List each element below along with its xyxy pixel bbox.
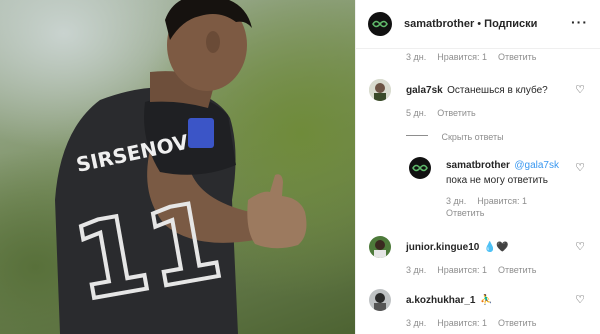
more-icon[interactable]: ··· <box>571 14 588 30</box>
like-heart-icon[interactable]: ♡ <box>575 293 585 306</box>
comment-text: пока не могу ответить <box>446 175 548 186</box>
comment-likes[interactable]: Нравится: 1 <box>437 265 487 275</box>
comment-username[interactable]: junior.kingue10 <box>406 242 479 253</box>
post-header: samatbrother • Подписки ··· <box>356 0 600 49</box>
comments-panel: samatbrother • Подписки ··· 3 дн. Нравит… <box>355 0 600 334</box>
reply-button[interactable]: Ответить <box>446 208 484 218</box>
avatar[interactable] <box>369 236 391 258</box>
comment-likes[interactable]: Нравится: 1 <box>437 318 487 328</box>
user-avatar-icon <box>369 236 391 258</box>
comment-text: ⛹️‍♂️ <box>479 295 493 306</box>
hide-replies-toggle[interactable]: Скрыть ответы <box>356 127 600 145</box>
post-photo: SIRSENOV 11 <box>0 0 355 334</box>
username-link[interactable]: samatbrother <box>404 18 474 30</box>
following-button[interactable]: Подписки <box>484 18 537 30</box>
comment-text: 💧🖤 <box>483 242 509 253</box>
comment-time: 3 дн. <box>406 52 427 62</box>
comment-time: 3 дн. <box>406 265 427 275</box>
replies-line <box>406 135 428 137</box>
avatar[interactable] <box>368 12 392 36</box>
reply-item: samatbrother @gala7sk пока не могу ответ… <box>356 155 600 218</box>
jersey-number: 11 <box>65 179 230 325</box>
avatar[interactable] <box>369 79 391 101</box>
reply-button[interactable]: Ответить <box>498 52 536 62</box>
comment-text: Останешься в клубе? <box>447 85 548 96</box>
comment-likes[interactable]: Нравится: 1 <box>477 196 527 206</box>
avatar[interactable] <box>369 289 391 311</box>
user-avatar-icon <box>369 289 391 311</box>
like-heart-icon[interactable]: ♡ <box>575 83 585 96</box>
like-heart-icon[interactable]: ♡ <box>575 161 585 174</box>
league-badge <box>188 118 214 148</box>
previous-comment-meta: 3 дн. Нравится: 1 Ответить <box>356 52 600 62</box>
reply-button[interactable]: Ответить <box>437 108 475 118</box>
comment-time: 3 дн. <box>446 196 467 206</box>
reply-button[interactable]: Ответить <box>498 318 536 328</box>
avatar[interactable] <box>409 157 431 179</box>
reply-button[interactable]: Ответить <box>498 265 536 275</box>
separator-dot: • <box>477 18 482 30</box>
comment-username[interactable]: a.kozhukhar_1 <box>406 295 475 306</box>
mention-link[interactable]: @gala7sk <box>514 160 559 171</box>
comment-item: gala7sk Останешься в клубе? ♡ 5 дн. Отве… <box>356 77 600 118</box>
brand-logo-icon <box>372 20 388 28</box>
comment-item: junior.kingue10 💧🖤 ♡ 3 дн. Нравится: 1 О… <box>356 234 600 275</box>
player-illustration: SIRSENOV 11 <box>55 0 307 334</box>
comment-likes[interactable]: Нравится: 1 <box>437 52 487 62</box>
hide-replies-label[interactable]: Скрыть ответы <box>441 132 503 142</box>
comment-username[interactable]: gala7sk <box>406 85 443 96</box>
user-avatar-icon <box>369 79 391 101</box>
comment-username[interactable]: samatbrother <box>446 160 510 171</box>
comment-item: a.kozhukhar_1 ⛹️‍♂️ ♡ 3 дн. Нравится: 1 … <box>356 287 600 328</box>
like-heart-icon[interactable]: ♡ <box>575 240 585 253</box>
comment-time: 5 дн. <box>406 108 427 118</box>
brand-logo-icon <box>412 164 428 172</box>
comment-time: 3 дн. <box>406 318 427 328</box>
